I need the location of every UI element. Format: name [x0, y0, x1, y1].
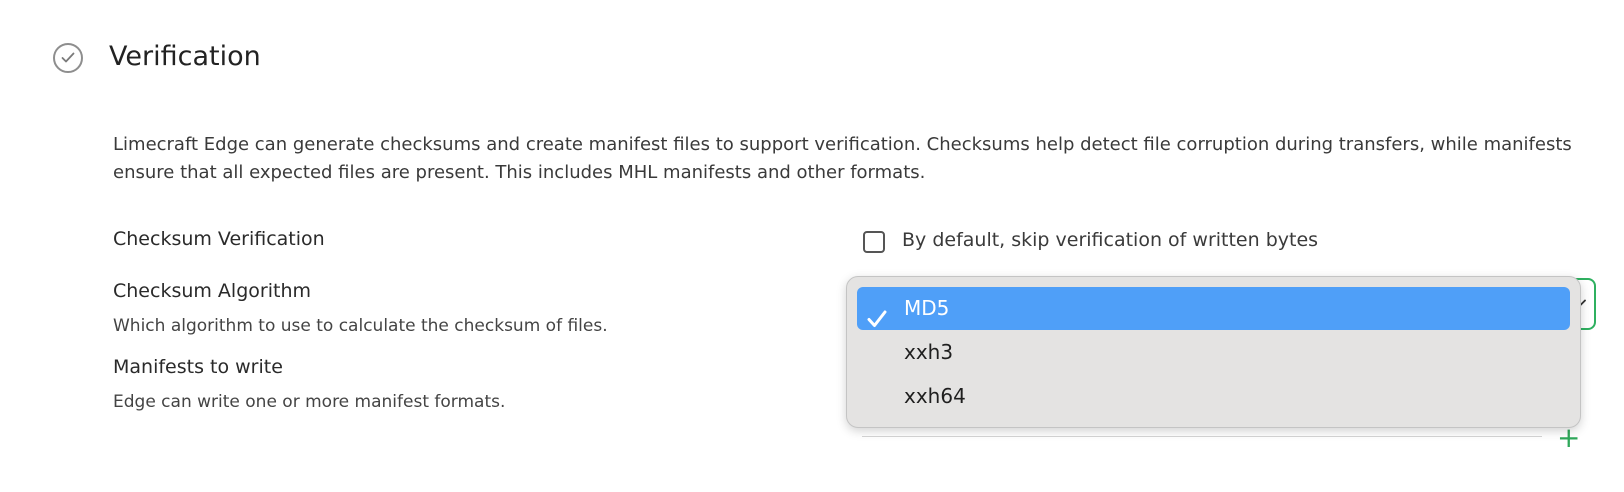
checksum-verification-label: Checksum Verification [113, 228, 325, 250]
checksum-algorithm-menu: MD5 xxh3 xxh64 [846, 276, 1581, 428]
manifests-label: Manifests to write [113, 356, 283, 378]
manifests-list-divider [862, 436, 1542, 437]
skip-verification-checkbox[interactable] [863, 231, 885, 253]
plus-icon[interactable]: + [1557, 424, 1580, 452]
verification-settings-page: Verification Limecraft Edge can generate… [0, 0, 1624, 492]
section-title: Verification [109, 41, 261, 72]
manifests-help: Edge can write one or more manifest form… [113, 392, 506, 412]
section-description: Limecraft Edge can generate checksums an… [113, 134, 1572, 183]
checksum-algorithm-help: Which algorithm to use to calculate the … [113, 316, 608, 336]
menu-item-xxh3[interactable]: xxh3 [857, 331, 1570, 374]
skip-verification-label[interactable]: By default, skip verification of written… [902, 229, 1318, 251]
checksum-algorithm-label: Checksum Algorithm [113, 280, 311, 302]
menu-item-xxh64[interactable]: xxh64 [857, 375, 1570, 418]
menu-item-label: xxh64 [904, 384, 966, 408]
check-circle-icon [53, 43, 83, 73]
menu-item-label: xxh3 [904, 340, 954, 364]
menu-item-label: MD5 [904, 296, 950, 320]
menu-item-md5[interactable]: MD5 [857, 287, 1570, 330]
